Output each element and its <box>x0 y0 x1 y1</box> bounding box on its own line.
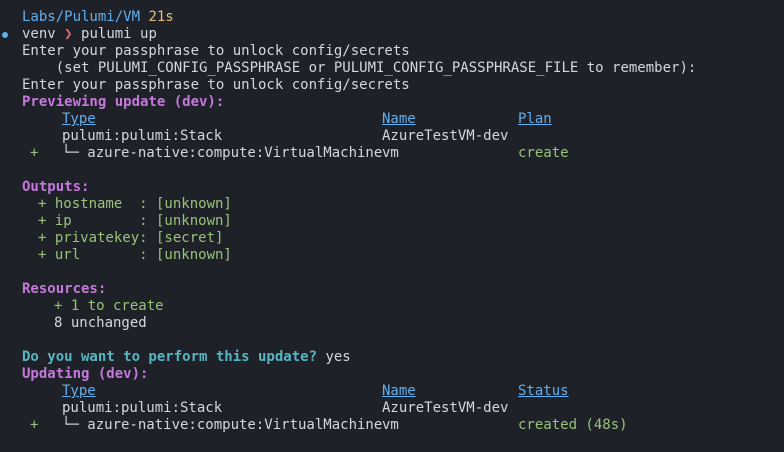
prompt-arrow-icon: ❯ <box>64 26 73 42</box>
confirm-answer[interactable]: yes <box>325 349 350 365</box>
output-ip: + ip : [unknown] <box>38 213 232 229</box>
command-text: pulumi up <box>81 26 157 42</box>
update-col-status: Status <box>518 383 569 399</box>
resources-heading: Resources: <box>22 281 107 297</box>
resources-to-create: + 1 to create <box>54 298 164 314</box>
update-col-name: Name <box>382 383 416 399</box>
update-row-vm-type: └─ azure-native:compute:VirtualMachine <box>62 417 383 433</box>
preview-col-plan: Plan <box>518 111 552 127</box>
prompt-duration: 21s <box>148 9 174 25</box>
preview-col-type: Type <box>62 111 96 127</box>
prompt-path: Labs/Pulumi/VM <box>22 9 141 25</box>
preview-heading: Previewing update (dev): <box>22 94 225 110</box>
preview-row-vm-plan: create <box>518 145 569 161</box>
update-row-stack-name: AzureTestVM-dev <box>382 400 509 416</box>
output-hostname: + hostname : [unknown] <box>38 196 232 212</box>
terminal-window[interactable]: Labs/Pulumi/VM 21s venv ❯ pulumi up Ente… <box>0 0 784 452</box>
update-row-vm-marker: + <box>30 417 39 433</box>
update-col-type: Type <box>62 383 96 399</box>
venv-label: venv <box>22 26 56 42</box>
outputs-heading: Outputs: <box>22 179 90 195</box>
preview-row-stack-type: pulumi:pulumi:Stack <box>62 128 223 144</box>
output-privatekey: + privatekey: [secret] <box>38 230 224 246</box>
prompt-command-line: venv ❯ pulumi up <box>22 26 157 43</box>
preview-row-vm-name: vm <box>382 145 399 161</box>
resources-unchanged: 8 unchanged <box>54 315 147 331</box>
preview-row-stack-name: AzureTestVM-dev <box>382 128 509 144</box>
prompt-header: Labs/Pulumi/VM 21s <box>22 9 174 26</box>
update-row-vm-status: created (48s) <box>518 417 628 433</box>
preview-row-vm-type: └─ azure-native:compute:VirtualMachine <box>62 145 383 161</box>
passphrase-hint: (set PULUMI_CONFIG_PASSPHRASE or PULUMI_… <box>22 60 697 76</box>
update-row-stack-type: pulumi:pulumi:Stack <box>62 400 223 416</box>
output-url: + url : [unknown] <box>38 247 232 263</box>
passphrase-prompt-2: Enter your passphrase to unlock config/s… <box>22 77 410 93</box>
update-row-vm-name: vm <box>382 417 399 433</box>
preview-col-name: Name <box>382 111 416 127</box>
update-heading: Updating (dev): <box>22 366 149 382</box>
confirm-line: Do you want to perform this update? yes <box>22 349 351 366</box>
passphrase-prompt-1: Enter your passphrase to unlock config/s… <box>22 43 410 59</box>
preview-row-vm-marker: + <box>30 145 39 161</box>
confirm-question: Do you want to perform this update? <box>22 349 318 365</box>
prompt-status-dot <box>2 32 8 38</box>
